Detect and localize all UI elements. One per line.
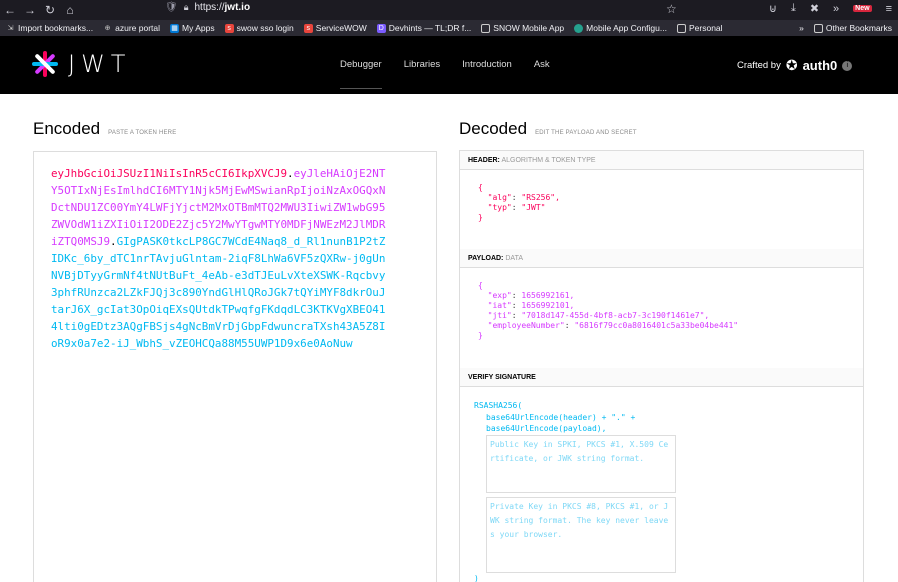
nav-ask[interactable]: Ask: [534, 59, 550, 89]
import-icon: ⇲: [7, 24, 14, 32]
apps-icon: ▦: [170, 23, 179, 33]
bookmark-swow-sso[interactable]: s swow sso login: [224, 23, 294, 33]
auth0-brand: auth0: [802, 58, 838, 73]
header-json-editor[interactable]: { "alg": "RS256", "typ": "JWT" }: [460, 170, 863, 249]
bookmark-servicewow[interactable]: s ServiceWOW: [303, 23, 367, 33]
extension-icon[interactable]: ✖: [810, 2, 819, 15]
url-text[interactable]: https://jwt.io: [195, 2, 251, 13]
jwt-logo[interactable]: JWT: [32, 50, 131, 78]
jwt-logo-text: JWT: [68, 50, 132, 78]
circle-icon: [574, 23, 584, 33]
bookmark-import[interactable]: ⇲ Import bookmarks...: [6, 23, 94, 33]
bookmarks-right: » Other Bookmarks: [799, 20, 892, 36]
token-signature-part: GIgPASK0tkcLP8GC7WCdE4Naq8_d_Rl1nunB1P2t…: [51, 235, 386, 350]
browser-toolbar: ← → ↻ ⌂: [0, 0, 898, 20]
bookmark-snow-mobile[interactable]: SNOW Mobile App: [481, 23, 564, 33]
reload-icon[interactable]: ↻: [40, 3, 60, 17]
bookmark-personal[interactable]: Personal: [676, 23, 723, 33]
encoded-token-editor[interactable]: eyJhbGciOiJSUzI1NiIsInR5cCI6IkpXVCJ9.eyJ…: [33, 151, 437, 582]
servicenow-icon: s: [224, 23, 234, 33]
other-bookmarks[interactable]: Other Bookmarks: [813, 23, 892, 33]
site-nav: Debugger Libraries Introduction Ask: [340, 59, 550, 89]
new-badge[interactable]: New: [853, 5, 872, 12]
globe-icon: ⊕: [104, 24, 111, 32]
folder-icon: [676, 23, 686, 33]
home-icon[interactable]: ⌂: [60, 3, 80, 17]
bookmark-myapps[interactable]: ▦ My Apps: [170, 23, 215, 33]
payload-panel-title: PAYLOAD: DATA: [460, 249, 863, 268]
bookmarks-bar: ⇲ Import bookmarks... ⊕ azure portal ▦ My A…: [0, 20, 898, 36]
bookmarks-overflow-icon[interactable]: »: [799, 23, 804, 33]
devhints-icon: D: [376, 23, 386, 33]
tracking-shield-icon[interactable]: 🛡︎: [165, 2, 178, 13]
servicenow-icon: s: [303, 23, 313, 33]
back-icon[interactable]: ←: [0, 3, 20, 17]
jwt-logo-icon: [32, 51, 58, 77]
decoded-panel: HEADER: ALGORITHM & TOKEN TYPE { "alg": …: [459, 150, 864, 582]
nav-debugger[interactable]: Debugger: [340, 59, 382, 89]
lock-icon[interactable]: 🔒︎: [184, 2, 189, 13]
menu-icon[interactable]: ≡: [886, 3, 892, 15]
forward-icon[interactable]: →: [20, 3, 40, 17]
bookmark-star-icon[interactable]: ☆: [666, 2, 677, 16]
pocket-icon[interactable]: ⊍: [769, 2, 777, 15]
token-text[interactable]: eyJhbGciOiJSUzI1NiIsInR5cCI6IkpXVCJ9.eyJ…: [51, 165, 387, 352]
bookmark-devhints[interactable]: D Devhints — TL;DR f...: [376, 23, 471, 33]
token-header-part: eyJhbGciOiJSUzI1NiIsInR5cCI6IkpXVCJ9: [51, 167, 288, 180]
nav-introduction[interactable]: Introduction: [462, 59, 512, 89]
address-bar[interactable]: 🛡︎ 🔒︎ https://jwt.io: [165, 2, 250, 13]
verify-signature: RSASHA256( base64UrlEncode(header) + "."…: [460, 387, 863, 582]
bookmark-azure[interactable]: ⊕ azure portal: [103, 23, 160, 33]
private-key-input[interactable]: Private Key in PKCS #8, PKCS #1, or JWK …: [486, 496, 676, 573]
browser-actions: ⊍ ⤓ ✖ » New ≡: [769, 2, 892, 15]
overflow-icon[interactable]: »: [833, 3, 839, 15]
download-icon[interactable]: ⤓: [791, 2, 796, 15]
verify-panel-title: VERIFY SIGNATURE: [460, 368, 863, 387]
bookmark-mobile-config[interactable]: Mobile App Configu...: [574, 23, 667, 33]
public-key-input[interactable]: Public Key in SPKI, PKCS #1, X.509 Certi…: [486, 434, 676, 493]
folder-icon: [813, 23, 823, 33]
payload-json-editor[interactable]: { "exp": 1656992161, "iat": 1656992101, …: [460, 268, 863, 368]
auth0-shield-icon: ✪: [785, 57, 798, 73]
folder-icon: [481, 23, 491, 33]
encoded-heading: Encoded PASTE A TOKEN HERE: [33, 119, 177, 138]
decoded-heading: Decoded EDIT THE PAYLOAD AND SECRET: [459, 119, 637, 138]
nav-libraries[interactable]: Libraries: [404, 59, 440, 89]
crafted-by[interactable]: Crafted by ✪ auth0 i: [737, 57, 853, 74]
info-icon[interactable]: i: [842, 60, 853, 71]
header-panel-title: HEADER: ALGORITHM & TOKEN TYPE: [460, 151, 863, 170]
